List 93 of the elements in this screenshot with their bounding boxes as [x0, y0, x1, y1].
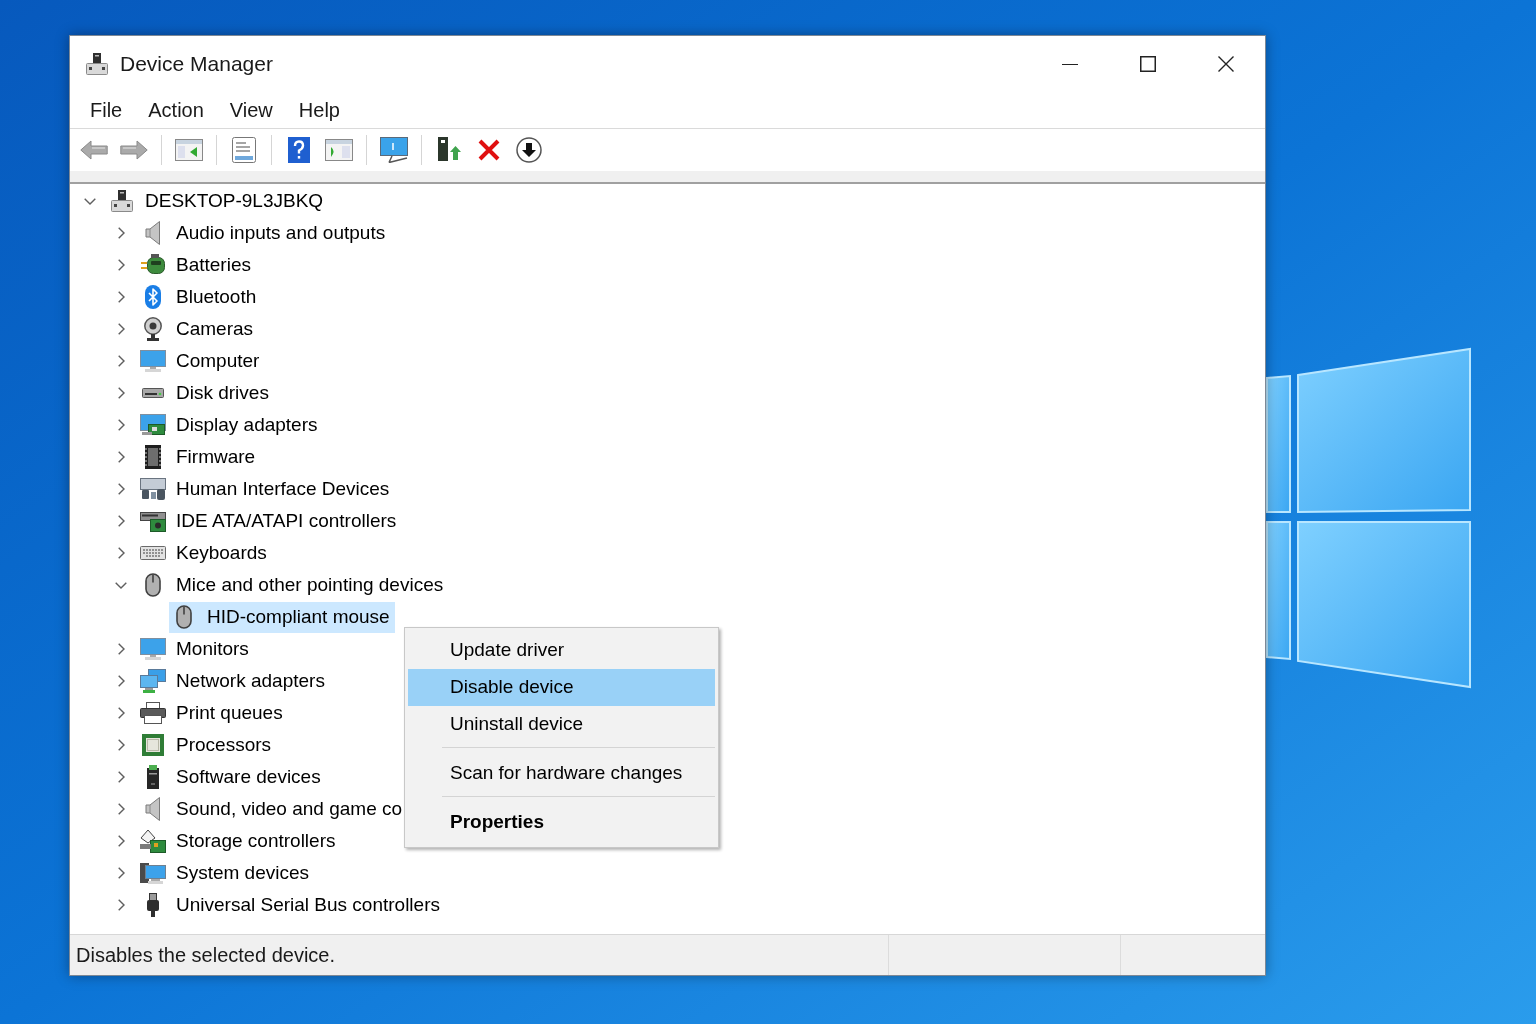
bluetooth-icon	[145, 285, 161, 309]
disk-drive-icon	[142, 388, 164, 398]
monitor-icon	[140, 638, 166, 660]
chevron-right-icon[interactable]	[117, 355, 125, 367]
chevron-right-icon[interactable]	[117, 835, 125, 847]
monitor-cable-icon	[380, 137, 408, 163]
tree-item[interactable]: Keyboards	[138, 537, 272, 569]
tree-item[interactable]: Cameras	[138, 313, 259, 345]
chevron-right-icon[interactable]	[117, 803, 125, 815]
storage-controller-icon	[140, 829, 166, 853]
context-menu-item[interactable]: Update driver	[408, 632, 715, 669]
tree-item[interactable]: IDE ATA/ATAPI controllers	[138, 505, 402, 537]
tree-item[interactable]: Monitors	[138, 633, 254, 665]
close-icon	[1218, 56, 1234, 72]
webcam-icon	[143, 317, 163, 341]
window-panel-icon	[175, 139, 203, 161]
tower-icon	[146, 765, 160, 789]
context-menu-item[interactable]: Properties	[408, 804, 715, 841]
mouse-icon	[176, 605, 192, 629]
chevron-right-icon[interactable]	[117, 291, 125, 303]
usb-plug-icon	[147, 893, 159, 917]
speaker-icon	[145, 221, 161, 245]
status-text: Disables the selected device.	[76, 943, 336, 968]
document-icon	[232, 137, 256, 163]
battery-icon	[141, 254, 165, 276]
x-icon	[478, 139, 500, 161]
context-menu-item[interactable]: Disable device	[408, 669, 715, 706]
tree-item[interactable]: Software devices	[138, 761, 326, 793]
chevron-down-icon[interactable]	[84, 197, 96, 205]
network-monitors-icon	[140, 669, 166, 693]
chevron-right-icon[interactable]	[117, 867, 125, 879]
minimize-icon	[1062, 63, 1078, 65]
tree-item[interactable]: Storage controllers	[138, 825, 341, 857]
chevron-down-icon[interactable]	[115, 581, 127, 589]
chevron-right-icon[interactable]	[117, 227, 125, 239]
chevron-right-icon[interactable]	[117, 707, 125, 719]
chevron-right-icon[interactable]	[117, 547, 125, 559]
tree-item[interactable]: Batteries	[138, 249, 256, 281]
tree-item[interactable]: Sound, video and game co	[138, 793, 408, 825]
tree-item[interactable]: Processors	[138, 729, 277, 761]
arrow-down-circle-icon	[516, 137, 542, 163]
keyboard-icon	[140, 546, 166, 560]
chevron-right-icon[interactable]	[117, 739, 125, 751]
device-arrow-icon	[437, 137, 461, 163]
chevron-right-icon[interactable]	[117, 515, 125, 527]
menu-item[interactable]: Help	[285, 92, 353, 128]
tree-item[interactable]: Human Interface Devices	[138, 473, 395, 505]
window-title: Device Manager	[120, 51, 273, 78]
chevron-right-icon[interactable]	[117, 899, 125, 911]
tree-item[interactable]: Display adapters	[138, 409, 323, 441]
window-pane-icon	[325, 139, 353, 161]
tree-item[interactable]: HID-compliant mouse	[169, 601, 395, 633]
tree-item[interactable]: System devices	[138, 857, 315, 889]
context-menu-item[interactable]: Scan for hardware changes	[408, 755, 715, 792]
display-adapter-icon	[140, 414, 166, 436]
chevron-right-icon[interactable]	[117, 643, 125, 655]
menu-item[interactable]: Action	[135, 92, 217, 128]
chevron-right-icon[interactable]	[117, 387, 125, 399]
chevron-right-icon[interactable]	[117, 483, 125, 495]
tree-item[interactable]: DESKTOP-9L3JBKQ	[107, 185, 329, 217]
input-device-icon	[140, 478, 166, 500]
tree-item[interactable]: Audio inputs and outputs	[138, 217, 391, 249]
monitor-icon	[140, 350, 166, 372]
tree-item[interactable]: Network adapters	[138, 665, 330, 697]
menu-item[interactable]: File	[77, 92, 136, 128]
printer-icon	[140, 702, 166, 724]
maximize-icon	[1140, 56, 1156, 72]
tree-item[interactable]: Computer	[138, 345, 265, 377]
speaker-icon	[145, 797, 161, 821]
menu-item[interactable]: View	[216, 92, 286, 128]
chevron-right-icon[interactable]	[117, 323, 125, 335]
chevron-right-icon[interactable]	[117, 675, 125, 687]
processor-icon	[142, 734, 164, 756]
tree-item[interactable]: Bluetooth	[138, 281, 262, 313]
chip-icon	[143, 445, 163, 469]
arrow-right-icon	[120, 140, 148, 160]
help-icon	[288, 137, 310, 163]
tree-item[interactable]: Print queues	[138, 697, 288, 729]
system-device-icon	[140, 862, 166, 884]
tree-item[interactable]: Firmware	[138, 441, 261, 473]
computer-icon	[86, 53, 108, 75]
context-menu-item[interactable]: Uninstall device	[408, 706, 715, 743]
arrow-left-icon	[80, 140, 108, 160]
chevron-right-icon[interactable]	[117, 771, 125, 783]
tree-item[interactable]: Universal Serial Bus controllers	[138, 889, 445, 921]
controller-card-icon	[140, 510, 166, 532]
chevron-right-icon[interactable]	[117, 451, 125, 463]
chevron-right-icon[interactable]	[117, 259, 125, 271]
computer-icon	[111, 190, 133, 212]
chevron-right-icon[interactable]	[117, 419, 125, 431]
tree-item[interactable]: Mice and other pointing devices	[138, 569, 449, 601]
mouse-icon	[145, 573, 161, 597]
tree-item[interactable]: Disk drives	[138, 377, 274, 409]
